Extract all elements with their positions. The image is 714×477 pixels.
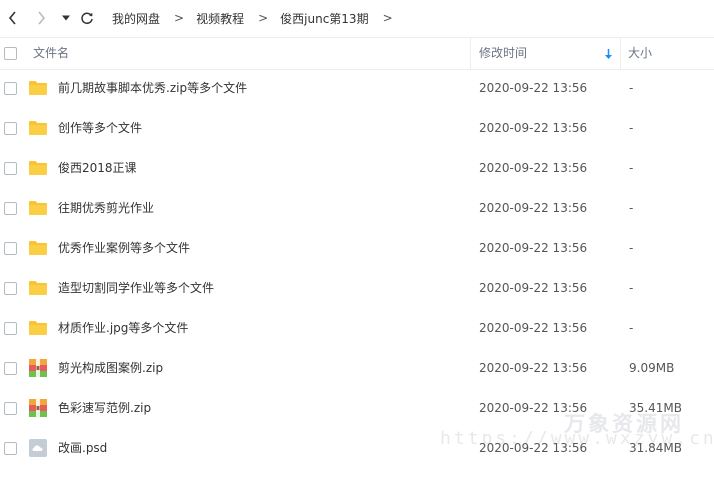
file-modified-time: 2020-09-22 13:56 [479,81,588,95]
row-checkbox[interactable] [4,402,17,415]
history-dropdown-icon[interactable] [57,9,75,27]
column-divider[interactable] [620,38,621,69]
file-row[interactable]: 俊西2018正课 2020-09-22 13:56 - [0,148,714,188]
folder-icon [28,118,48,138]
file-size: 9.09MB [629,361,675,375]
breadcrumb-separator-icon: > [174,11,185,25]
file-modified-time: 2020-09-22 13:56 [479,201,588,215]
folder-icon [28,278,48,298]
row-checkbox[interactable] [4,322,17,335]
file-modified-time: 2020-09-22 13:56 [479,361,588,375]
breadcrumb-item-video-tutorials[interactable]: 视频教程 [196,10,244,27]
toolbar: 我的网盘 > 视频教程 > 俊西junc第13期 > [0,0,714,36]
file-name[interactable]: 往期优秀剪光作业 [58,188,154,228]
row-checkbox[interactable] [4,442,17,455]
file-modified-time: 2020-09-22 13:56 [479,441,588,455]
file-name[interactable]: 改画.psd [58,428,107,468]
file-size: 35.41MB [629,401,682,415]
row-checkbox[interactable] [4,282,17,295]
column-header-size[interactable]: 大小 [628,38,652,69]
folder-icon [28,158,48,178]
file-size: - [629,161,634,175]
folder-icon [28,238,48,258]
file-list-header: 文件名 修改时间 大小 [0,37,714,70]
back-icon[interactable] [4,9,22,27]
folder-icon [28,78,48,98]
row-checkbox[interactable] [4,122,17,135]
file-size: - [629,201,634,215]
row-checkbox[interactable] [4,202,17,215]
file-name[interactable]: 色彩速写范例.zip [58,388,151,428]
row-checkbox[interactable] [4,242,17,255]
row-checkbox[interactable] [4,82,17,95]
row-checkbox[interactable] [4,362,17,375]
file-row[interactable]: 造型切割同学作业等多个文件 2020-09-22 13:56 - [0,268,714,308]
file-modified-time: 2020-09-22 13:56 [479,121,588,135]
sort-descending-icon[interactable] [604,48,613,63]
file-row[interactable]: 改画.psd 2020-09-22 13:56 31.84MB [0,428,714,468]
breadcrumb-item-current-folder[interactable]: 俊西junc第13期 [280,10,368,27]
file-modified-time: 2020-09-22 13:56 [479,161,588,175]
file-name[interactable]: 前几期故事脚本优秀.zip等多个文件 [58,68,247,108]
zip-archive-icon [28,358,48,378]
breadcrumb: 我的网盘 > 视频教程 > 俊西junc第13期 > [112,0,405,36]
file-name[interactable]: 创作等多个文件 [58,108,142,148]
file-modified-time: 2020-09-22 13:56 [479,281,588,295]
zip-archive-icon [28,398,48,418]
file-name[interactable]: 剪光构成图案例.zip [58,348,163,388]
folder-icon [28,198,48,218]
breadcrumb-separator-icon: > [258,11,269,25]
file-modified-time: 2020-09-22 13:56 [479,401,588,415]
forward-icon[interactable] [32,9,50,27]
file-row[interactable]: 创作等多个文件 2020-09-22 13:56 - [0,108,714,148]
column-header-modified[interactable]: 修改时间 [479,38,527,69]
file-size: - [629,121,634,135]
file-name[interactable]: 优秀作业案例等多个文件 [58,228,190,268]
file-size: 31.84MB [629,441,682,455]
file-row[interactable]: 色彩速写范例.zip 2020-09-22 13:56 35.41MB [0,388,714,428]
file-name[interactable]: 造型切割同学作业等多个文件 [58,268,214,308]
file-row[interactable]: 剪光构成图案例.zip 2020-09-22 13:56 9.09MB [0,348,714,388]
file-row[interactable]: 优秀作业案例等多个文件 2020-09-22 13:56 - [0,228,714,268]
psd-file-icon [28,438,48,458]
row-checkbox[interactable] [4,162,17,175]
file-size: - [629,281,634,295]
file-modified-time: 2020-09-22 13:56 [479,321,588,335]
file-modified-time: 2020-09-22 13:56 [479,241,588,255]
file-size: - [629,241,634,255]
breadcrumb-separator-icon: > [382,11,393,25]
select-all-checkbox[interactable] [4,47,17,60]
file-name[interactable]: 俊西2018正课 [58,148,137,188]
file-row[interactable]: 前几期故事脚本优秀.zip等多个文件 2020-09-22 13:56 - [0,68,714,108]
column-divider[interactable] [470,38,471,69]
refresh-icon[interactable] [78,9,96,27]
file-row[interactable]: 往期优秀剪光作业 2020-09-22 13:56 - [0,188,714,228]
file-row[interactable]: 材质作业.jpg等多个文件 2020-09-22 13:56 - [0,308,714,348]
folder-icon [28,318,48,338]
breadcrumb-item-my-drive[interactable]: 我的网盘 [112,10,160,27]
column-header-name[interactable]: 文件名 [33,38,69,69]
file-size: - [629,321,634,335]
file-size: - [629,81,634,95]
file-name[interactable]: 材质作业.jpg等多个文件 [58,308,188,348]
